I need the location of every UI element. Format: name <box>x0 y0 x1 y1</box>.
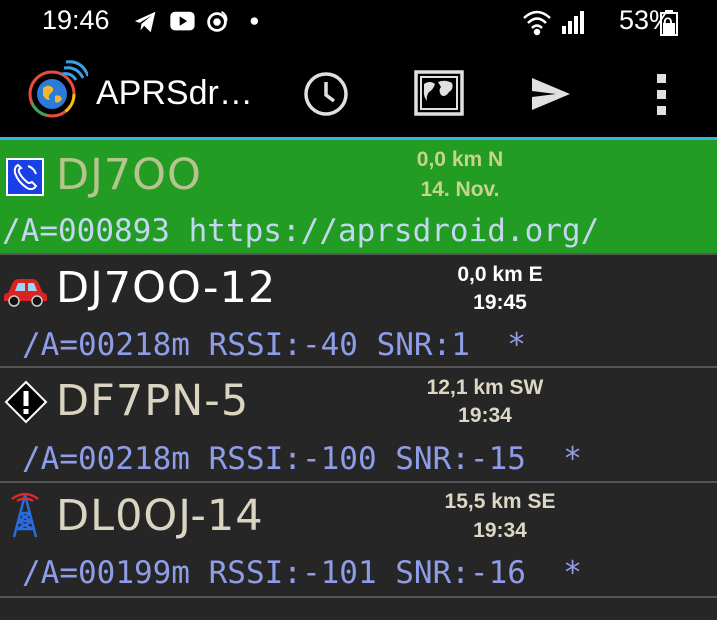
map-icon[interactable] <box>414 70 464 116</box>
phone-icon <box>6 158 44 196</box>
overflow-menu-icon[interactable] <box>655 72 669 116</box>
station-time: 14. Nov. <box>420 178 500 201</box>
station-row[interactable]: DJ7OO-12 0,0 km E 19:45 /A=00218m RSSI:-… <box>0 255 717 368</box>
app-title: APRSdr… <box>96 74 253 112</box>
wifi-icon <box>523 10 551 36</box>
clock-icon[interactable] <box>303 71 349 117</box>
station-time: 19:45 <box>473 291 527 314</box>
system-icons <box>523 10 584 36</box>
station-row[interactable]: DF7PN-5 12,1 km SW 19:34 /A=00218m RSSI:… <box>0 368 717 483</box>
status-time: 19:46 <box>42 5 110 35</box>
dot-icon <box>250 17 259 25</box>
action-bar: APRSdr… <box>0 44 717 138</box>
station-callsign: DF7PN-5 <box>56 376 250 426</box>
station-callsign: DJ7OO-12 <box>56 263 277 313</box>
diamond-info-icon <box>4 380 48 424</box>
station-callsign: DJ7OO <box>56 150 202 200</box>
station-row[interactable]: DL0OJ-14 15,5 km SE 19:34 /A=00199m RSSI… <box>0 483 717 598</box>
signal-icon <box>562 11 584 34</box>
station-row[interactable]: DJ7OO 0,0 km N 14. Nov. /A=000893 https:… <box>0 140 717 255</box>
status-bar: 19:46 53% <box>0 0 717 44</box>
notification-icons <box>134 10 259 33</box>
station-distance: 0,0 km E <box>457 263 543 286</box>
battery-icon <box>660 10 678 36</box>
station-time: 19:34 <box>458 404 512 427</box>
telegram-icon <box>134 11 156 33</box>
youtube-icon <box>170 11 195 31</box>
station-distance: 12,1 km SW <box>426 376 544 399</box>
station-time: 19:34 <box>473 519 527 542</box>
station-distance: 0,0 km N <box>416 148 504 171</box>
station-comment: /A=00218m RSSI:-100 SNR:-15 * <box>22 441 582 477</box>
radio-wave-icon <box>207 10 228 32</box>
radio-tower-icon <box>11 492 39 538</box>
station-comment: /A=000893 https://aprsdroid.org/ <box>2 213 600 249</box>
station-callsign: DL0OJ-14 <box>56 491 264 541</box>
station-comment: /A=00199m RSSI:-101 SNR:-16 * <box>22 555 582 591</box>
station-comment: /A=00218m RSSI:-40 SNR:1 * <box>22 327 526 363</box>
send-icon[interactable] <box>530 76 572 112</box>
app-globe-icon[interactable] <box>24 60 88 124</box>
station-distance: 15,5 km SE <box>444 490 556 513</box>
car-icon <box>4 279 47 307</box>
